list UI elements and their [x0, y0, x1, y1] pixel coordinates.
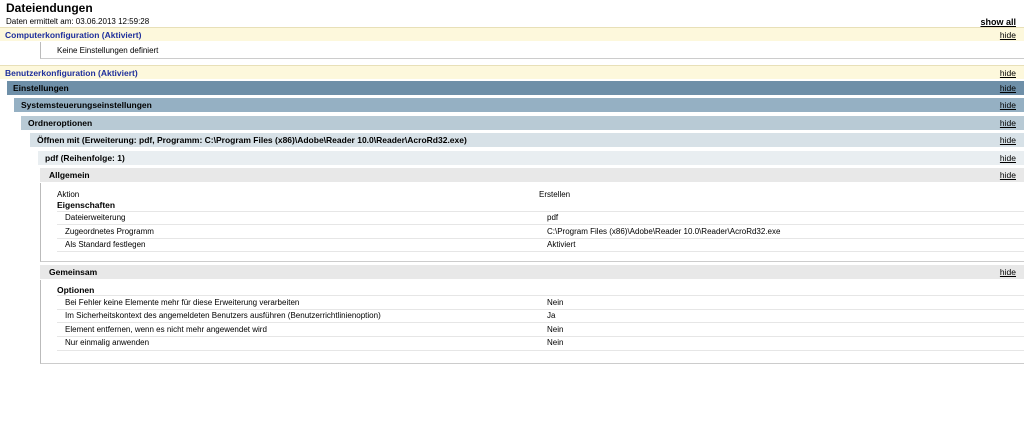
user-config-label: Benutzerkonfiguration (Aktiviert) [5, 68, 138, 78]
oeffnen-mit-label: Öffnen mit (Erweiterung: pdf, Programm: … [37, 135, 467, 145]
no-settings-text: Keine Einstellungen definiert [57, 46, 159, 55]
ordneroptionen-hide-link[interactable]: hide [1000, 118, 1016, 128]
systemsteuerung-header: Systemsteuerungseinstellungen hide [14, 98, 1024, 112]
allgemein-hide-link[interactable]: hide [1000, 170, 1016, 180]
allgemein-label: Allgemein [49, 170, 90, 180]
table-row-value: Nein [547, 325, 564, 334]
pdf-label: pdf (Reihenfolge: 1) [45, 153, 125, 163]
table-row-value: Aktiviert [547, 240, 576, 249]
computer-config-body: Keine Einstellungen definiert [40, 42, 1024, 59]
aktion-label: Aktion [57, 190, 80, 199]
table-row-value: C:\Program Files (x86)\Adobe\Reader 10.0… [547, 227, 781, 236]
pdf-header: pdf (Reihenfolge: 1) hide [38, 151, 1024, 165]
page-title: Dateiendungen [6, 1, 93, 15]
show-all-link[interactable]: show all [980, 17, 1016, 27]
einstellungen-hide-link[interactable]: hide [1000, 83, 1016, 93]
computer-config-header: Computerkonfiguration (Aktiviert) hide [0, 27, 1024, 41]
table-row-label: Als Standard festlegen [65, 240, 146, 249]
allgemein-header: Allgemein hide [40, 168, 1024, 182]
data-timestamp: Daten ermittelt am: 03.06.2013 12:59:28 [6, 17, 150, 26]
computer-config-hide-link[interactable]: hide [1000, 30, 1016, 40]
table-row-value: pdf [547, 213, 559, 222]
systemsteuerung-label: Systemsteuerungseinstellungen [21, 100, 152, 110]
computer-config-label: Computerkonfiguration (Aktiviert) [5, 30, 142, 40]
allgemein-body: Aktion Erstellen Eigenschaften Dateierwe… [40, 183, 1024, 262]
oeffnen-mit-hide-link[interactable]: hide [1000, 135, 1016, 145]
table-row-label: Dateierweiterung [65, 213, 126, 222]
gemeinsam-header: Gemeinsam hide [40, 265, 1024, 279]
ordneroptionen-header: Ordneroptionen hide [21, 116, 1024, 130]
optionen-heading: Optionen [57, 285, 95, 295]
table-row-label: Im Sicherheitskontext des angemeldeten B… [65, 311, 381, 320]
gemeinsam-body: Optionen Bei Fehler keine Elemente mehr … [40, 280, 1024, 364]
einstellungen-label: Einstellungen [13, 83, 69, 93]
gemeinsam-hide-link[interactable]: hide [1000, 267, 1016, 277]
user-config-hide-link[interactable]: hide [1000, 68, 1016, 78]
einstellungen-header: Einstellungen hide [7, 81, 1024, 95]
ordneroptionen-label: Ordneroptionen [28, 118, 93, 128]
gemeinsam-label: Gemeinsam [49, 267, 98, 277]
pdf-hide-link[interactable]: hide [1000, 153, 1016, 163]
table-row-label: Element entfernen, wenn es nicht mehr an… [65, 325, 267, 334]
aktion-value: Erstellen [539, 190, 571, 199]
table-row-value: Nein [547, 298, 564, 307]
eigenschaften-heading: Eigenschaften [57, 200, 116, 210]
table-row-value: Ja [547, 311, 556, 320]
table-row-value: Nein [547, 338, 564, 347]
table-row-label: Nur einmalig anwenden [65, 338, 150, 347]
user-config-header: Benutzerkonfiguration (Aktiviert) hide [0, 65, 1024, 79]
table-row-label: Zugeordnetes Programm [65, 227, 154, 236]
systemsteuerung-hide-link[interactable]: hide [1000, 100, 1016, 110]
table-row-label: Bei Fehler keine Elemente mehr für diese… [65, 298, 300, 307]
oeffnen-mit-header: Öffnen mit (Erweiterung: pdf, Programm: … [30, 133, 1024, 147]
